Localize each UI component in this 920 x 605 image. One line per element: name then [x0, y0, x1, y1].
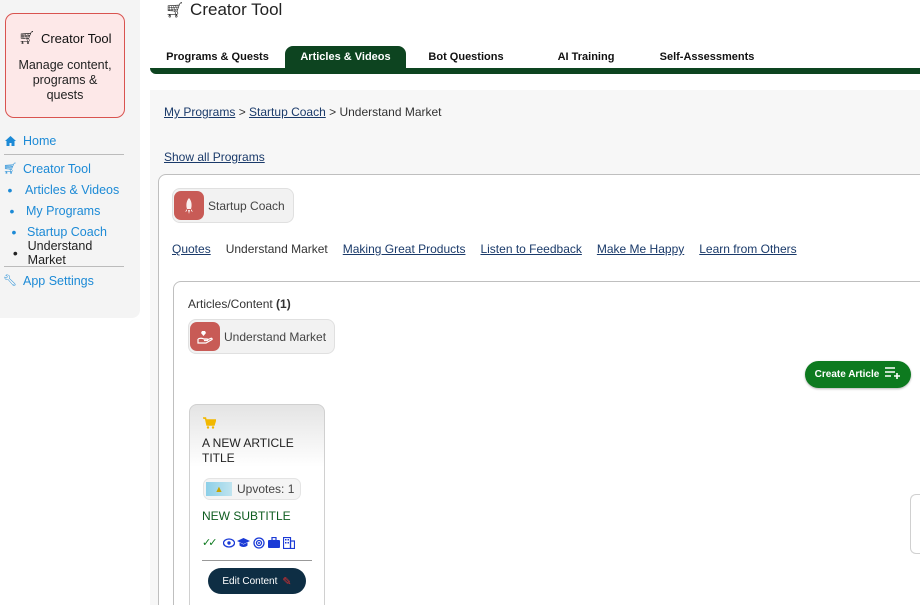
- quest-chip[interactable]: Understand Market: [188, 319, 336, 354]
- eye-icon: [222, 537, 235, 549]
- divider: [4, 154, 124, 155]
- article-tags: ✓✓: [202, 536, 295, 549]
- sidebar-item-label: Understand Market: [27, 238, 93, 267]
- page-title: Creator Tool: [190, 0, 283, 19]
- quest-making-great-products[interactable]: Making Great Products: [343, 242, 466, 256]
- sidebar-item-label: Creator Tool: [23, 161, 91, 176]
- rocket-icon: [174, 191, 204, 220]
- articles-heading: Articles/Content (1): [188, 297, 291, 311]
- sidebar-nav: Home 🛒︎ Creator Tool • Articles & Videos…: [0, 130, 126, 291]
- podcast-icon: [252, 536, 265, 549]
- sidebar-item-label: Home: [23, 133, 57, 148]
- program-chip-label: Startup Coach: [208, 198, 285, 213]
- tab-self-assessments[interactable]: Self-Assessments: [646, 46, 768, 68]
- articles-heading-label: Articles/Content: [188, 297, 273, 311]
- quest-listen-to-feedback[interactable]: Listen to Feedback: [480, 242, 581, 256]
- create-article-label: Create Article: [814, 369, 880, 380]
- sidebar: 🛒︎ Creator Tool Manage content, programs…: [0, 0, 140, 318]
- breadcrumb-separator: >: [238, 105, 246, 119]
- sidebar-item-label: Articles & Videos: [25, 182, 120, 197]
- quest-make-me-happy[interactable]: Make Me Happy: [597, 242, 684, 256]
- sidebar-item-my-programs[interactable]: • My Programs: [0, 200, 126, 221]
- card-title: Creator Tool: [40, 30, 112, 46]
- upvote-count: Upvotes: 1: [237, 482, 295, 496]
- bullet-icon: •: [7, 181, 13, 198]
- page-header: 🛒︎ Creator Tool: [165, 0, 282, 20]
- pencil-icon: ✎: [282, 575, 292, 588]
- bullet-icon: •: [12, 244, 18, 261]
- tab-programs-quests[interactable]: Programs & Quests: [150, 46, 285, 68]
- sidebar-item-home[interactable]: Home: [0, 130, 126, 151]
- home-icon: [1, 135, 19, 146]
- quest-chip-label: Understand Market: [224, 329, 327, 344]
- briefcase-icon: [267, 537, 280, 549]
- sidebar-item-label: My Programs: [26, 203, 101, 218]
- double-check-icon: ✓✓: [202, 537, 218, 549]
- breadcrumb-startup-coach[interactable]: Startup Coach: [249, 105, 326, 119]
- side-panel-handle[interactable]: [910, 494, 920, 554]
- cart-icon: 🛒︎: [165, 2, 185, 19]
- quest-quotes[interactable]: Quotes: [172, 242, 211, 256]
- graduation-cap-icon: [237, 537, 251, 549]
- sidebar-item-label: Startup Coach: [27, 224, 107, 239]
- cart-icon: 🛒︎: [18, 30, 35, 45]
- sidebar-item-app-settings[interactable]: 🔧︎ App Settings: [0, 270, 126, 291]
- bullet-icon: •: [11, 223, 17, 240]
- wrench-icon: 🔧︎: [3, 275, 17, 287]
- edit-content-label: Edit Content: [222, 575, 278, 587]
- show-all-programs-link[interactable]: Show all Programs: [164, 150, 265, 164]
- breadcrumb-my-programs[interactable]: My Programs: [164, 105, 235, 119]
- sidebar-item-label: App Settings: [23, 273, 94, 288]
- hand-heart-icon: [190, 322, 220, 351]
- building-icon: [282, 536, 295, 549]
- quest-list: Quotes Understand Market Making Great Pr…: [172, 242, 797, 256]
- divider: [202, 560, 312, 561]
- creator-tool-card[interactable]: 🛒︎ Creator Tool Manage content, programs…: [5, 13, 125, 118]
- tab-articles-videos[interactable]: Articles & Videos: [285, 46, 406, 68]
- edit-content-button[interactable]: Edit Content ✎: [208, 568, 306, 594]
- article-title: A NEW ARTICLE TITLE: [202, 436, 294, 465]
- article-card[interactable]: A NEW ARTICLE TITLE ▲ Upvotes: 1 NEW SUB…: [189, 404, 325, 605]
- playlist-add-icon: [885, 367, 901, 382]
- sidebar-item-articles-videos[interactable]: • Articles & Videos: [0, 179, 126, 200]
- sidebar-item-understand-market[interactable]: • Understand Market: [0, 239, 126, 267]
- sidebar-item-creator-tool[interactable]: 🛒︎ Creator Tool: [0, 158, 126, 179]
- thumbnail-image: ▲: [206, 482, 232, 496]
- tab-bar: Programs & Quests Articles & Videos Bot …: [150, 46, 920, 74]
- breadcrumb-current: Understand Market: [339, 105, 442, 119]
- program-chip[interactable]: Startup Coach: [172, 188, 294, 223]
- upvote-badge[interactable]: ▲ Upvotes: 1: [203, 478, 302, 500]
- cart-icon: [203, 417, 217, 432]
- tab-bot-questions[interactable]: Bot Questions: [406, 46, 526, 68]
- create-article-button[interactable]: Create Article: [805, 361, 911, 388]
- quest-learn-from-others[interactable]: Learn from Others: [699, 242, 796, 256]
- articles-count: (1): [276, 297, 291, 311]
- bullet-icon: •: [9, 202, 15, 219]
- card-description: Manage content, programs & quests: [18, 58, 112, 102]
- tab-ai-training[interactable]: AI Training: [526, 46, 646, 68]
- breadcrumb: My Programs > Startup Coach > Understand…: [164, 105, 442, 119]
- article-subtitle: NEW SUBTITLE: [202, 509, 291, 523]
- cart-icon: 🛒︎: [3, 163, 17, 175]
- breadcrumb-separator: >: [329, 105, 337, 119]
- quest-understand-market[interactable]: Understand Market: [226, 242, 328, 256]
